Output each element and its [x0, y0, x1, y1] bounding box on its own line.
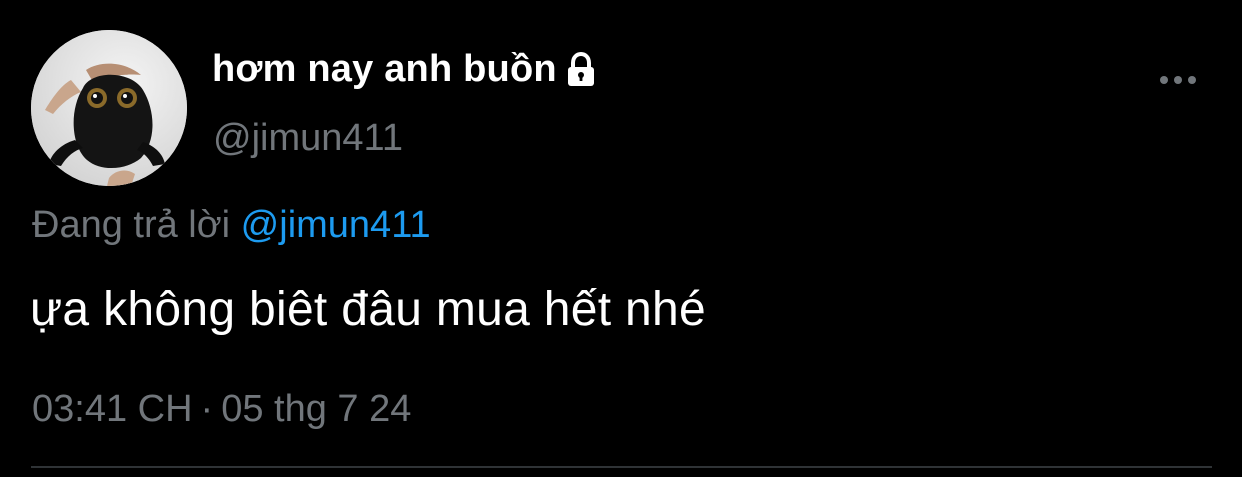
lock-icon	[561, 50, 601, 90]
user-handle[interactable]: @jimun411	[213, 117, 403, 160]
reply-prefix: Đang trả lời	[32, 204, 231, 246]
tweet-metadata: 03:41 CH · 05 thg 7 24	[32, 388, 411, 431]
display-name-row[interactable]: hơm nay anh buồn	[212, 48, 601, 91]
more-horizontal-icon	[1160, 76, 1196, 84]
avatar-image	[31, 30, 187, 186]
display-name[interactable]: hơm nay anh buồn	[212, 48, 557, 91]
meta-separator: ·	[200, 388, 214, 430]
reply-context: Đang trả lời @jimun411	[32, 204, 431, 247]
avatar[interactable]	[31, 30, 187, 186]
tweet-date[interactable]: 05 thg 7 24	[221, 388, 411, 430]
tweet-time[interactable]: 03:41 CH	[32, 388, 193, 430]
divider	[31, 466, 1212, 468]
more-options-button[interactable]	[1156, 66, 1200, 94]
tweet-text: ựa không biêt đâu mua hết nhé	[30, 283, 706, 336]
reply-mention-link[interactable]: @jimun411	[241, 204, 431, 246]
